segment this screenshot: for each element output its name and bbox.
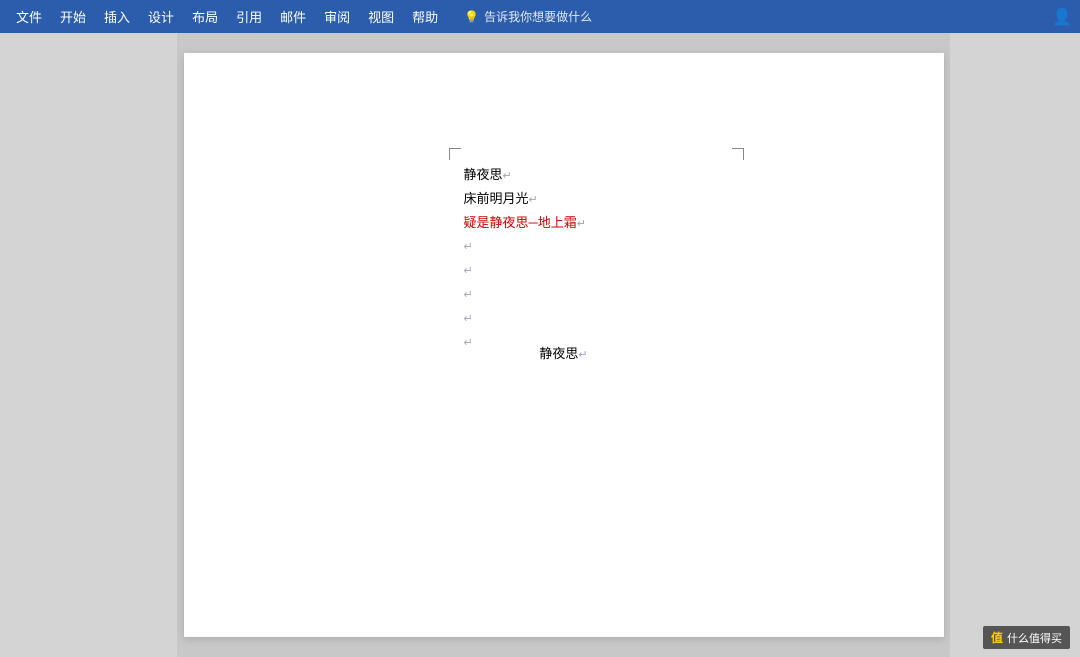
- centered-text-content: 静夜思: [539, 346, 578, 361]
- centered-text: 静夜思↵: [539, 343, 587, 362]
- menu-item-layout[interactable]: 布局: [184, 3, 226, 30]
- para-mark-2: ↵: [529, 194, 538, 206]
- doc-content[interactable]: 静夜思↵ 床前明月光↵ 疑是静夜思─地上霜↵ ↵ ↵ ↵ ↵ ↵: [464, 163, 586, 353]
- doc-line-5: ↵: [464, 258, 586, 282]
- search-bar[interactable]: 💡 告诉我你想要做什么: [464, 8, 592, 25]
- para-mark-8: ↵: [464, 337, 473, 349]
- line3-text: 疑是静夜思─地上霜: [464, 215, 577, 230]
- menu-item-view[interactable]: 视图: [360, 3, 402, 30]
- para-mark-6: ↵: [464, 289, 473, 301]
- doc-line-6: ↵: [464, 282, 586, 306]
- menu-item-mail[interactable]: 邮件: [272, 3, 314, 30]
- main-content: 静夜思↵ 床前明月光↵ 疑是静夜思─地上霜↵ ↵ ↵ ↵ ↵ ↵ 静夜思↵: [0, 33, 1080, 657]
- corner-mark-top-left: [449, 148, 461, 160]
- para-mark-1: ↵: [503, 170, 512, 182]
- title-bar: Rit 文件 开始 插入 设计 布局 引用 邮件 审阅 视图 帮助 💡 告诉我你…: [0, 0, 1080, 33]
- menu-item-file[interactable]: 文件: [8, 3, 50, 30]
- menu-item-start[interactable]: 开始: [52, 3, 94, 30]
- para-mark-4: ↵: [464, 241, 473, 253]
- centered-para-mark: ↵: [578, 349, 587, 361]
- doc-line-3: 疑是静夜思─地上霜↵: [464, 211, 586, 235]
- para-mark-3: ↵: [577, 218, 586, 230]
- para-mark-5: ↵: [464, 265, 473, 277]
- search-placeholder: 告诉我你想要做什么: [484, 8, 592, 25]
- right-sidebar: [950, 33, 1080, 657]
- menu-item-design[interactable]: 设计: [140, 3, 182, 30]
- menu-item-insert[interactable]: 插入: [96, 3, 138, 30]
- doc-line-7: ↵: [464, 306, 586, 330]
- document-page[interactable]: 静夜思↵ 床前明月光↵ 疑是静夜思─地上霜↵ ↵ ↵ ↵ ↵ ↵ 静夜思↵: [184, 53, 944, 637]
- doc-line-1: 静夜思↵: [464, 163, 586, 187]
- menu-item-help[interactable]: 帮助: [404, 3, 446, 30]
- document-area[interactable]: 静夜思↵ 床前明月光↵ 疑是静夜思─地上霜↵ ↵ ↵ ↵ ↵ ↵ 静夜思↵: [177, 33, 950, 657]
- line1-text: 静夜思: [464, 167, 503, 182]
- doc-line-2: 床前明月光↵: [464, 187, 586, 211]
- search-icon: 💡: [464, 10, 479, 24]
- watermark-text: 什么值得买: [1007, 630, 1062, 646]
- watermark-logo: 值: [991, 629, 1003, 646]
- bottom-watermark: 值 什么值得买: [983, 626, 1070, 649]
- line2-text: 床前明月光: [464, 191, 529, 206]
- para-mark-7: ↵: [464, 313, 473, 325]
- menu-bar: 文件 开始 插入 设计 布局 引用 邮件 审阅 视图 帮助 💡 告诉我你想要做什…: [0, 0, 1080, 33]
- menu-item-review[interactable]: 审阅: [316, 3, 358, 30]
- menu-item-reference[interactable]: 引用: [228, 3, 270, 30]
- left-sidebar: [0, 33, 177, 657]
- user-icon[interactable]: 👤: [1052, 7, 1072, 27]
- doc-line-4: ↵: [464, 234, 586, 258]
- corner-mark-top-right: [732, 148, 744, 160]
